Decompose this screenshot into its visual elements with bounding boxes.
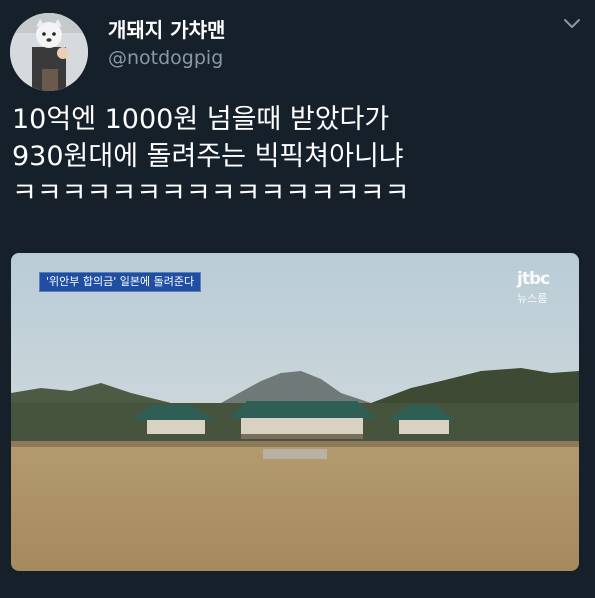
news-photo <box>11 253 579 571</box>
tweet-text: 10억엔 1000원 넘을때 받았다가 930원대에 돌려주는 빅픽쳐아니냐 ㅋ… <box>12 101 587 212</box>
media-image[interactable]: '위안부 합의금' 일본에 돌려준다 jtbc 뉴스룸 <box>11 253 579 571</box>
display-name[interactable]: 개돼지 가챠맨 <box>108 14 225 43</box>
jtbc-logo: jtbc <box>517 269 550 289</box>
avatar-image <box>10 13 88 91</box>
avatar[interactable] <box>10 13 88 91</box>
tweet-text-line: 930원대에 돌려주는 빅픽쳐아니냐 <box>12 141 404 172</box>
jtbc-logo-sub: 뉴스룸 <box>517 292 548 305</box>
tweet-text-line: 10억엔 1000원 넘을때 받았다가 <box>12 104 390 135</box>
tweet-text-line: ㅋㅋㅋㅋㅋㅋㅋㅋㅋㅋㅋㅋㅋㅋㅋㅋ <box>12 178 410 209</box>
user-handle[interactable]: @notdogpig <box>108 47 223 69</box>
news-caption: '위안부 합의금' 일본에 돌려준다 <box>39 272 202 292</box>
chevron-down-icon[interactable] <box>561 13 583 35</box>
